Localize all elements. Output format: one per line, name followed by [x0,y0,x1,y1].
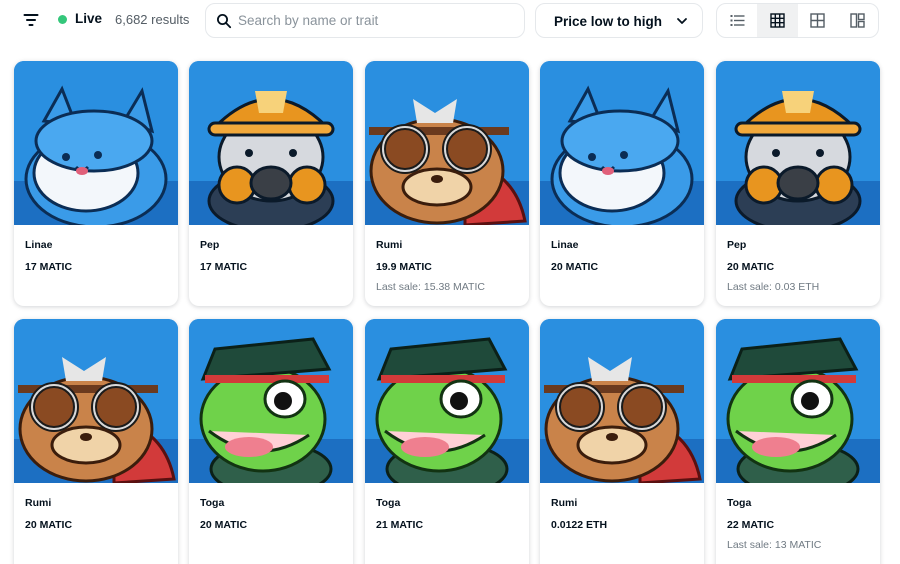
large-grid-view-button[interactable] [798,4,838,37]
item-last-sale: Last sale: 15.38 MATIC [376,281,485,293]
sort-label: Price low to high [554,14,663,29]
search-input[interactable] [238,4,518,37]
view-toggle-group [716,3,879,38]
item-name: Pep [200,239,220,251]
item-price: 20 MATIC [727,261,775,273]
item-card[interactable]: Toga 21 MATIC [365,319,529,564]
item-image [540,61,704,225]
search-box[interactable] [205,3,525,38]
item-card[interactable]: Rumi 20 MATIC [14,319,178,564]
item-price: 19.9 MATIC [376,261,432,273]
item-name: Rumi [551,497,578,509]
item-name: Toga [200,497,225,509]
item-card[interactable]: Toga 20 MATIC [189,319,353,564]
item-price: 21 MATIC [376,519,424,531]
item-name: Rumi [376,239,403,251]
item-image [716,61,880,225]
chevron-down-icon [677,18,687,24]
gallery-view-icon [850,13,866,28]
item-name: Pep [727,239,747,251]
item-image [189,61,353,225]
results-count: 6,682 results [115,12,190,27]
item-image [716,319,880,483]
item-price: 0.0122 ETH [551,519,608,531]
item-card[interactable]: Pep 20 MATIC Last sale: 0.03 ETH [716,61,880,306]
item-price: 20 MATIC [25,519,73,531]
item-name: Toga [727,497,752,509]
sort-dropdown[interactable]: Price low to high [535,3,703,38]
item-name: Linae [25,239,53,251]
item-card[interactable]: Rumi 19.9 MATIC Last sale: 15.38 MATIC [365,61,529,306]
item-image [540,319,704,483]
item-image [189,319,353,483]
item-price: 22 MATIC [727,519,775,531]
item-price: 20 MATIC [200,519,248,531]
item-price: 17 MATIC [200,261,248,273]
item-price: 20 MATIC [551,261,599,273]
item-last-sale: Last sale: 13 MATIC [727,539,822,551]
item-card[interactable]: Linae 20 MATIC [540,61,704,306]
list-view-button[interactable] [717,4,757,37]
item-card[interactable]: Rumi 0.0122 ETH [540,319,704,564]
gallery-view-button[interactable] [838,4,878,37]
item-card[interactable]: Pep 17 MATIC [189,61,353,306]
live-status-dot [58,15,67,24]
live-label: Live [75,11,103,26]
grid-view-button[interactable] [757,4,798,37]
item-image [365,319,529,483]
item-name: Rumi [25,497,52,509]
item-last-sale: Last sale: 0.03 ETH [727,281,820,293]
toolbar: Live 6,682 results Price low to high [0,0,900,40]
grid-view-icon [770,13,785,28]
item-name: Linae [551,239,579,251]
filter-icon[interactable] [20,9,42,31]
item-image [14,319,178,483]
item-price: 17 MATIC [25,261,73,273]
item-card[interactable]: Linae 17 MATIC [14,61,178,306]
list-view-icon [730,15,745,26]
item-card[interactable]: Toga 22 MATIC Last sale: 13 MATIC [716,319,880,564]
search-icon [217,14,232,29]
item-image [14,61,178,225]
large-grid-view-icon [810,13,825,28]
item-name: Toga [376,497,401,509]
item-image [365,61,529,225]
